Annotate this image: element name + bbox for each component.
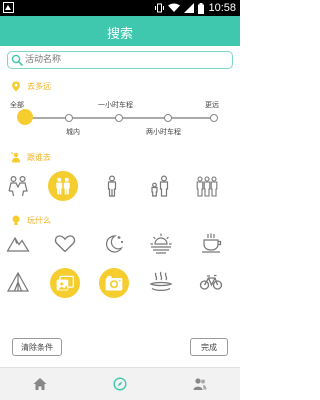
nav-home[interactable]	[32, 376, 48, 392]
activities-section-header: 玩什么	[11, 215, 51, 226]
search-input[interactable]	[25, 52, 225, 67]
mountain-icon	[6, 236, 30, 252]
companions-section-header: 跟谁去	[11, 152, 51, 163]
app-notification-icon	[3, 2, 14, 13]
moon-stars-icon	[106, 235, 124, 253]
nav-discover[interactable]	[112, 376, 128, 392]
status-indicators: 10:58	[155, 1, 236, 15]
group-option[interactable]	[193, 172, 221, 200]
activity-photography[interactable]	[99, 268, 129, 298]
nav-contacts[interactable]	[192, 376, 208, 392]
battery-icon	[198, 2, 205, 14]
compass-icon	[113, 377, 127, 391]
section-title-activities: 玩什么	[27, 216, 51, 225]
lightbulb-icon	[12, 215, 20, 225]
coffee-cup-icon	[202, 233, 222, 253]
clear-conditions-button[interactable]: 清除条件	[12, 338, 62, 356]
group-icon	[196, 176, 218, 197]
companions-section-icon	[11, 152, 20, 163]
tent-icon	[6, 271, 30, 292]
bicycle-icon	[199, 274, 223, 290]
slider-stop-two-hours[interactable]	[164, 114, 172, 122]
distance-label-two-hours: 两小时车程	[146, 128, 181, 136]
section-title-companions: 跟谁去	[27, 153, 51, 162]
contacts-icon	[193, 378, 207, 390]
section-title-distance: 去多远	[27, 82, 51, 91]
slider-thumb[interactable]	[17, 109, 33, 125]
distance-label-within-city: 城内	[66, 128, 80, 136]
camera-icon	[105, 275, 123, 291]
friends-icon	[56, 177, 70, 195]
slider-stop-one-hour[interactable]	[115, 114, 123, 122]
sunrise-icon	[150, 233, 172, 254]
couple-option[interactable]	[4, 172, 32, 200]
vibrate-icon	[155, 3, 165, 13]
heart-icon	[54, 235, 76, 253]
photo-album-icon	[56, 275, 74, 291]
parent-child-icon	[151, 175, 169, 197]
activity-sunrise[interactable]	[147, 229, 175, 257]
distance-slider[interactable]: 全部 一小时车程 更远 城内 两小时车程	[0, 98, 240, 138]
parent-child-option[interactable]	[146, 172, 174, 200]
done-button[interactable]: 完成	[190, 338, 228, 356]
signal-icon	[184, 3, 195, 13]
hot-spring-icon	[149, 271, 173, 292]
activity-romance[interactable]	[51, 229, 79, 257]
distance-label-farther: 更远	[205, 101, 219, 109]
activity-camping[interactable]	[4, 268, 32, 296]
home-icon	[33, 378, 47, 390]
search-box[interactable]	[7, 51, 233, 69]
slider-stop-farther[interactable]	[210, 114, 218, 122]
status-bar: 10:58	[0, 0, 240, 16]
bottom-nav	[0, 367, 240, 400]
activity-night[interactable]	[100, 229, 128, 257]
distance-section-header: 去多远	[11, 81, 51, 92]
activity-photo-album[interactable]	[50, 268, 80, 298]
wifi-icon	[168, 3, 181, 12]
single-person-option[interactable]	[98, 172, 126, 200]
slider-stop-within-city[interactable]	[65, 114, 73, 122]
title-bar: 搜索	[0, 16, 240, 46]
friends-option[interactable]	[48, 171, 78, 201]
activity-cycling[interactable]	[197, 268, 225, 296]
activity-cafe[interactable]	[198, 229, 226, 257]
page-title: 搜索	[106, 27, 133, 42]
couple-icon	[8, 175, 28, 197]
activity-hot-spring[interactable]	[147, 268, 175, 296]
location-pin-icon	[12, 81, 20, 92]
distance-label-one-hour: 一小时车程	[98, 101, 133, 109]
status-time: 10:58	[208, 2, 236, 14]
single-person-icon	[107, 175, 117, 197]
activity-mountain[interactable]	[4, 229, 32, 257]
search-icon	[11, 54, 23, 66]
